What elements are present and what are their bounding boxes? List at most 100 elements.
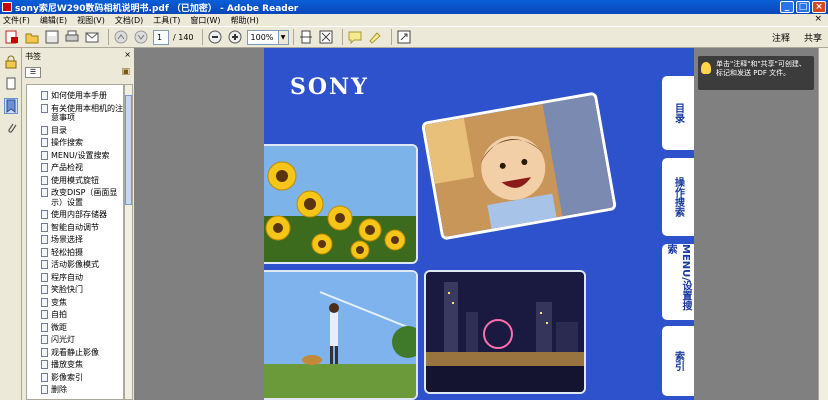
scrollbar-thumb[interactable] xyxy=(125,95,132,205)
document-scrollbar[interactable] xyxy=(818,48,828,400)
document-icon xyxy=(41,285,48,294)
document-icon xyxy=(41,322,48,332)
tooltip: 单击"注释"和"共享"可创建、标记和发送 PDF 文件。 xyxy=(698,56,814,90)
bookmark-item[interactable]: 删除 xyxy=(27,385,123,395)
document-icon xyxy=(41,222,48,232)
bookmark-item[interactable]: 操作搜索 xyxy=(27,138,123,148)
share-button[interactable]: 共享 xyxy=(804,31,822,44)
document-icon xyxy=(41,210,48,219)
pages-icon[interactable] xyxy=(4,76,18,92)
comment-icon[interactable] xyxy=(347,29,363,45)
toolbar-separator xyxy=(201,29,203,45)
fit-page-icon[interactable] xyxy=(298,29,314,45)
bookmark-item[interactable]: 轻松拍摄 xyxy=(27,247,123,258)
toolbar-separator xyxy=(390,29,392,45)
document-close-button[interactable]: × xyxy=(814,14,822,24)
bookmark-item[interactable]: 程序自动 xyxy=(27,272,123,283)
bookmark-item[interactable]: 使用模式旋钮 xyxy=(27,175,123,186)
menu-edit[interactable]: 编辑(E) xyxy=(40,15,67,26)
fit-window-icon[interactable] xyxy=(318,29,334,45)
bookmark-item[interactable]: 使用内部存储器 xyxy=(27,210,123,220)
bookmark-item[interactable]: 微距 xyxy=(27,322,123,333)
zoom-in-icon[interactable] xyxy=(227,29,243,45)
document-icon xyxy=(41,347,48,357)
expand-bookmark-icon[interactable]: ▣ xyxy=(121,67,130,77)
menu-document[interactable]: 文档(D) xyxy=(115,15,143,26)
maximize-button[interactable]: □ xyxy=(796,1,810,13)
bookmark-item[interactable]: 如何使用本手册 xyxy=(27,91,123,101)
bookmark-item[interactable]: MENU/设置搜索 xyxy=(27,150,123,161)
bookmark-item[interactable]: 智能自动调节 xyxy=(27,222,123,233)
previous-page-icon[interactable] xyxy=(113,29,129,45)
toolbar-separator xyxy=(292,29,294,45)
bookmark-item[interactable]: 活动影像模式 xyxy=(27,260,123,270)
tab-index[interactable]: 索引 xyxy=(662,326,694,396)
bookmark-item[interactable]: 目录 xyxy=(27,125,123,136)
bookmark-item[interactable]: 笑脸快门 xyxy=(27,285,123,295)
document-icon xyxy=(41,297,48,307)
bookmark-item[interactable]: 变焦 xyxy=(27,297,123,308)
email-icon[interactable] xyxy=(84,29,100,45)
minimize-button[interactable]: _ xyxy=(780,1,794,13)
bookmark-list: 如何使用本手册 有关使用本相机的注意事项 目录 操作搜索 MENU/设置搜索 产… xyxy=(26,84,124,400)
close-button[interactable]: × xyxy=(812,1,826,13)
open-folder-icon[interactable] xyxy=(24,29,40,45)
highlight-icon[interactable] xyxy=(367,29,383,45)
document-icon xyxy=(41,335,48,344)
comment-button[interactable]: 注释 xyxy=(772,31,790,44)
bookmark-item[interactable]: 播放变焦 xyxy=(27,360,123,370)
menu-view[interactable]: 视图(V) xyxy=(77,15,105,26)
title-bar: sony索尼W290数码相机说明书.pdf （已加密） - Adobe Read… xyxy=(0,0,828,14)
page-total: / 140 xyxy=(173,32,194,42)
document-icon xyxy=(41,247,48,257)
create-pdf-icon[interactable] xyxy=(4,29,20,45)
menu-window[interactable]: 窗口(W) xyxy=(190,15,220,26)
bookmark-item[interactable]: 影像索引 xyxy=(27,372,123,383)
menu-tools[interactable]: 工具(T) xyxy=(153,15,180,26)
bookmark-item[interactable]: 场景选择 xyxy=(27,235,123,245)
bookmark-item[interactable]: 改变DISP（画面显示）设置 xyxy=(27,188,123,207)
options-menu-icon[interactable]: ☰ xyxy=(25,66,41,78)
bookmarks-panel: 书签 × ☰ ▣ 如何使用本手册 有关使用本相机的注意事项 目录 操作搜索 ME… xyxy=(22,48,134,400)
menu-help[interactable]: 帮助(H) xyxy=(231,15,259,26)
bookmark-item[interactable]: 有关使用本相机的注意事项 xyxy=(27,103,123,123)
bookmarks-title: 书签 xyxy=(25,51,41,61)
zoom-level-input[interactable]: 100% xyxy=(246,29,279,45)
document-icon xyxy=(41,103,48,113)
toolbar-separator xyxy=(341,29,343,45)
document-icon xyxy=(41,385,48,394)
tab-contents[interactable]: 目录 xyxy=(662,76,694,150)
document-icon xyxy=(41,372,48,382)
document-icon xyxy=(41,150,48,160)
pdf-page: SONY 目录 操作搜索 MENU/设置搜索 索引 xyxy=(264,48,694,400)
document-icon xyxy=(41,138,48,147)
window-title: sony索尼W290数码相机说明书.pdf （已加密） - Adobe Read… xyxy=(15,3,299,14)
expand-icon[interactable] xyxy=(396,29,412,45)
document-icon xyxy=(41,272,48,282)
zoom-dropdown-icon[interactable]: ▼ xyxy=(278,29,289,45)
bookmark-item[interactable]: 观看静止影像 xyxy=(27,347,123,358)
tab-menu-settings-search[interactable]: MENU/设置搜索 xyxy=(662,244,694,320)
bookmarks-scrollbar[interactable] xyxy=(124,84,133,400)
sony-logo: SONY xyxy=(290,74,369,100)
bookmark-item[interactable]: 产品检视 xyxy=(27,163,123,173)
page-number-input[interactable]: 1 xyxy=(153,29,169,45)
bookmarks-toolbar: ☰ ▣ xyxy=(22,64,134,80)
bookmark-item[interactable]: 自拍 xyxy=(27,310,123,320)
tab-operation-search[interactable]: 操作搜索 xyxy=(662,158,694,236)
print-icon[interactable] xyxy=(64,29,80,45)
toolbar-separator xyxy=(108,29,109,45)
bookmarks-icon[interactable] xyxy=(4,98,18,114)
child-photo xyxy=(420,91,618,241)
close-panel-icon[interactable]: × xyxy=(124,50,131,59)
attachments-icon[interactable] xyxy=(4,120,18,136)
menu-file[interactable]: 文件(F) xyxy=(3,15,30,26)
next-page-icon[interactable] xyxy=(133,29,149,45)
zoom-out-icon[interactable] xyxy=(207,29,223,45)
document-icon xyxy=(41,91,48,100)
lock-icon[interactable] xyxy=(4,54,18,70)
bookmark-item[interactable]: 闪光灯 xyxy=(27,335,123,345)
document-icon xyxy=(41,360,48,369)
save-icon[interactable] xyxy=(44,29,60,45)
night-city-photo xyxy=(424,270,586,394)
